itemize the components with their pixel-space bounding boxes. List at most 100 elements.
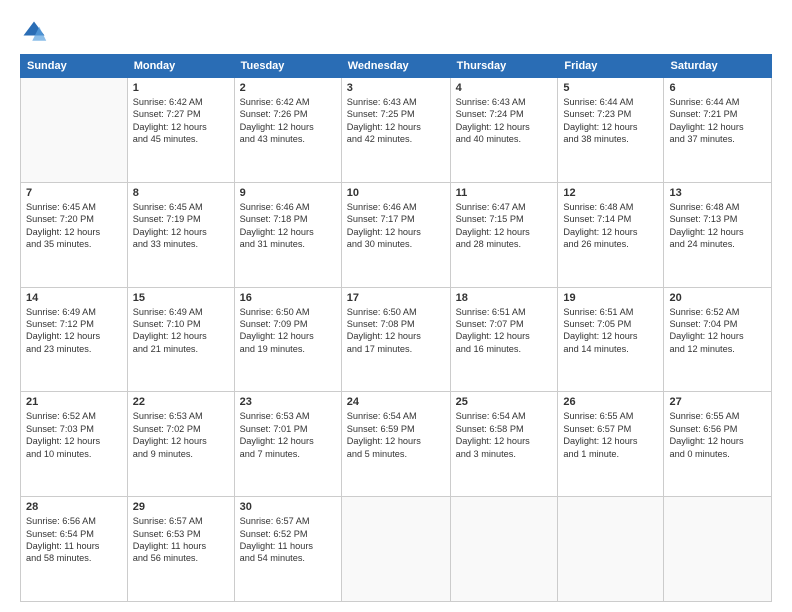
calendar-cell: 11 Sunrise: 6:47 AM Sunset: 7:15 PM Dayli…	[450, 182, 558, 287]
day-detail: Sunrise: 6:44 AM Sunset: 7:23 PM Dayligh…	[563, 96, 658, 146]
day-number: 23	[240, 396, 336, 408]
calendar-week-row: 14Sunrise: 6:49 AM Sunset: 7:12 PM Dayli…	[21, 287, 772, 392]
calendar-cell: 7 Sunrise: 6:45 AM Sunset: 7:20 PM Daylig…	[21, 182, 128, 287]
day-number: 16	[240, 292, 336, 304]
day-detail: Sunrise: 6:45 AM Sunset: 7:19 PM Dayligh…	[133, 201, 229, 251]
calendar-cell: 2Sunrise: 6:42 AM Sunset: 7:26 PM Daylig…	[234, 78, 341, 183]
calendar-cell: 3 Sunrise: 6:43 AM Sunset: 7:25 PM Daylig…	[341, 78, 450, 183]
calendar-cell: 23 Sunrise: 6:53 AM Sunset: 7:01 PM Dayli…	[234, 392, 341, 497]
day-detail: Sunrise: 6:57 AM Sunset: 6:52 PM Dayligh…	[240, 515, 336, 565]
day-number: 10	[347, 187, 445, 199]
weekday-header-monday: Monday	[127, 55, 234, 78]
calendar-week-row: 21 Sunrise: 6:52 AM Sunset: 7:03 PM Dayli…	[21, 392, 772, 497]
calendar-cell: 16 Sunrise: 6:50 AM Sunset: 7:09 PM Dayli…	[234, 287, 341, 392]
calendar-cell: 1Sunrise: 6:42 AM Sunset: 7:27 PM Daylig…	[127, 78, 234, 183]
day-number: 19	[563, 292, 658, 304]
weekday-header-friday: Friday	[558, 55, 664, 78]
day-detail: Sunrise: 6:43 AM Sunset: 7:25 PM Dayligh…	[347, 96, 445, 146]
day-number: 5	[563, 82, 658, 94]
day-detail: Sunrise: 6:53 AM Sunset: 7:02 PM Dayligh…	[133, 410, 229, 460]
day-detail: Sunrise: 6:46 AM Sunset: 7:17 PM Dayligh…	[347, 201, 445, 251]
day-detail: Sunrise: 6:44 AM Sunset: 7:21 PM Dayligh…	[669, 96, 766, 146]
weekday-header-saturday: Saturday	[664, 55, 772, 78]
day-detail: Sunrise: 6:49 AM Sunset: 7:12 PM Dayligh…	[26, 306, 122, 356]
calendar-cell	[664, 497, 772, 602]
day-detail: Sunrise: 6:48 AM Sunset: 7:13 PM Dayligh…	[669, 201, 766, 251]
day-detail: Sunrise: 6:53 AM Sunset: 7:01 PM Dayligh…	[240, 410, 336, 460]
calendar-cell	[450, 497, 558, 602]
calendar-week-row: 7 Sunrise: 6:45 AM Sunset: 7:20 PM Daylig…	[21, 182, 772, 287]
weekday-header-tuesday: Tuesday	[234, 55, 341, 78]
day-detail: Sunrise: 6:52 AM Sunset: 7:04 PM Dayligh…	[669, 306, 766, 356]
calendar-cell: 22 Sunrise: 6:53 AM Sunset: 7:02 PM Dayli…	[127, 392, 234, 497]
weekday-header-wednesday: Wednesday	[341, 55, 450, 78]
calendar-cell: 10 Sunrise: 6:46 AM Sunset: 7:17 PM Dayli…	[341, 182, 450, 287]
calendar-cell	[558, 497, 664, 602]
day-number: 12	[563, 187, 658, 199]
header	[20, 18, 772, 46]
calendar-cell: 4Sunrise: 6:43 AM Sunset: 7:24 PM Daylig…	[450, 78, 558, 183]
calendar-week-row: 1Sunrise: 6:42 AM Sunset: 7:27 PM Daylig…	[21, 78, 772, 183]
day-number: 6	[669, 82, 766, 94]
day-detail: Sunrise: 6:42 AM Sunset: 7:26 PM Dayligh…	[240, 96, 336, 146]
calendar-week-row: 28 Sunrise: 6:56 AM Sunset: 6:54 PM Dayli…	[21, 497, 772, 602]
day-detail: Sunrise: 6:57 AM Sunset: 6:53 PM Dayligh…	[133, 515, 229, 565]
day-detail: Sunrise: 6:47 AM Sunset: 7:15 PM Dayligh…	[456, 201, 553, 251]
day-number: 8	[133, 187, 229, 199]
day-number: 24	[347, 396, 445, 408]
day-number: 29	[133, 501, 229, 513]
day-detail: Sunrise: 6:55 AM Sunset: 6:57 PM Dayligh…	[563, 410, 658, 460]
day-detail: Sunrise: 6:54 AM Sunset: 6:59 PM Dayligh…	[347, 410, 445, 460]
calendar-cell: 15 Sunrise: 6:49 AM Sunset: 7:10 PM Dayli…	[127, 287, 234, 392]
day-detail: Sunrise: 6:51 AM Sunset: 7:05 PM Dayligh…	[563, 306, 658, 356]
day-detail: Sunrise: 6:56 AM Sunset: 6:54 PM Dayligh…	[26, 515, 122, 565]
logo	[20, 18, 52, 46]
calendar-cell: 28 Sunrise: 6:56 AM Sunset: 6:54 PM Dayli…	[21, 497, 128, 602]
day-detail: Sunrise: 6:46 AM Sunset: 7:18 PM Dayligh…	[240, 201, 336, 251]
day-number: 21	[26, 396, 122, 408]
calendar-cell: 6 Sunrise: 6:44 AM Sunset: 7:21 PM Daylig…	[664, 78, 772, 183]
calendar-cell: 26 Sunrise: 6:55 AM Sunset: 6:57 PM Dayli…	[558, 392, 664, 497]
day-number: 1	[133, 82, 229, 94]
calendar-cell: 17 Sunrise: 6:50 AM Sunset: 7:08 PM Dayli…	[341, 287, 450, 392]
day-detail: Sunrise: 6:51 AM Sunset: 7:07 PM Dayligh…	[456, 306, 553, 356]
day-number: 15	[133, 292, 229, 304]
calendar-table: SundayMondayTuesdayWednesdayThursdayFrid…	[20, 54, 772, 602]
day-detail: Sunrise: 6:54 AM Sunset: 6:58 PM Dayligh…	[456, 410, 553, 460]
day-number: 20	[669, 292, 766, 304]
calendar-cell	[341, 497, 450, 602]
calendar-cell: 18 Sunrise: 6:51 AM Sunset: 7:07 PM Dayli…	[450, 287, 558, 392]
calendar-cell: 21 Sunrise: 6:52 AM Sunset: 7:03 PM Dayli…	[21, 392, 128, 497]
day-number: 18	[456, 292, 553, 304]
day-detail: Sunrise: 6:52 AM Sunset: 7:03 PM Dayligh…	[26, 410, 122, 460]
day-number: 3	[347, 82, 445, 94]
logo-icon	[20, 18, 48, 46]
calendar-header-row: SundayMondayTuesdayWednesdayThursdayFrid…	[21, 55, 772, 78]
day-detail: Sunrise: 6:49 AM Sunset: 7:10 PM Dayligh…	[133, 306, 229, 356]
day-number: 26	[563, 396, 658, 408]
day-number: 30	[240, 501, 336, 513]
day-detail: Sunrise: 6:45 AM Sunset: 7:20 PM Dayligh…	[26, 201, 122, 251]
calendar-cell: 24 Sunrise: 6:54 AM Sunset: 6:59 PM Dayli…	[341, 392, 450, 497]
calendar-cell: 14Sunrise: 6:49 AM Sunset: 7:12 PM Dayli…	[21, 287, 128, 392]
day-number: 13	[669, 187, 766, 199]
calendar-cell: 30 Sunrise: 6:57 AM Sunset: 6:52 PM Dayli…	[234, 497, 341, 602]
day-number: 25	[456, 396, 553, 408]
calendar-cell: 12Sunrise: 6:48 AM Sunset: 7:14 PM Dayli…	[558, 182, 664, 287]
day-detail: Sunrise: 6:50 AM Sunset: 7:08 PM Dayligh…	[347, 306, 445, 356]
calendar-cell: 5 Sunrise: 6:44 AM Sunset: 7:23 PM Daylig…	[558, 78, 664, 183]
calendar-cell: 20 Sunrise: 6:52 AM Sunset: 7:04 PM Dayli…	[664, 287, 772, 392]
day-number: 17	[347, 292, 445, 304]
calendar-cell: 13 Sunrise: 6:48 AM Sunset: 7:13 PM Dayli…	[664, 182, 772, 287]
day-detail: Sunrise: 6:55 AM Sunset: 6:56 PM Dayligh…	[669, 410, 766, 460]
weekday-header-sunday: Sunday	[21, 55, 128, 78]
calendar-cell: 25 Sunrise: 6:54 AM Sunset: 6:58 PM Dayli…	[450, 392, 558, 497]
day-number: 9	[240, 187, 336, 199]
day-number: 7	[26, 187, 122, 199]
day-number: 11	[456, 187, 553, 199]
day-number: 22	[133, 396, 229, 408]
calendar-cell: 29 Sunrise: 6:57 AM Sunset: 6:53 PM Dayli…	[127, 497, 234, 602]
day-detail: Sunrise: 6:50 AM Sunset: 7:09 PM Dayligh…	[240, 306, 336, 356]
calendar-cell: 9 Sunrise: 6:46 AM Sunset: 7:18 PM Daylig…	[234, 182, 341, 287]
day-number: 28	[26, 501, 122, 513]
